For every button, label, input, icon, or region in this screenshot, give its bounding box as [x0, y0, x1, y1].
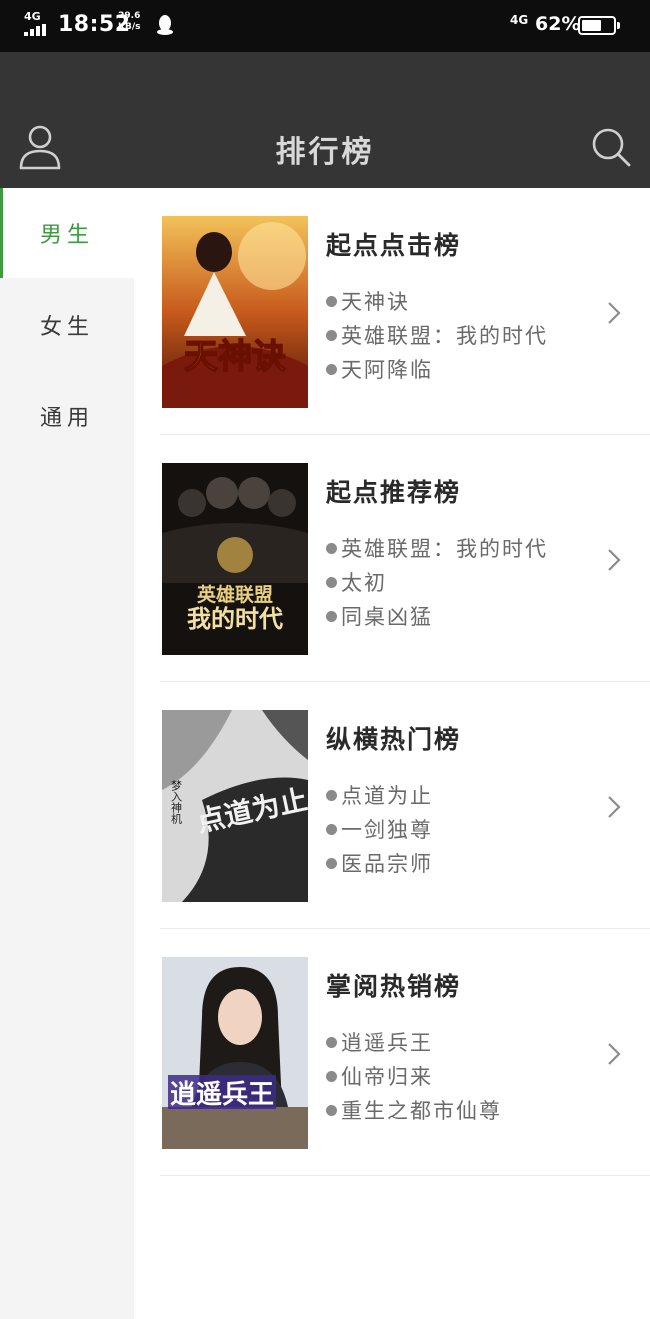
signal-icon [24, 24, 52, 36]
battery-percent: 62% [535, 13, 581, 35]
book-cover: 英雄联盟 我的时代 [162, 463, 308, 655]
book-cover: 梦入神机 点道为止 [162, 710, 308, 902]
book-cover: 天神诀 [162, 216, 308, 408]
book-name: 英雄联盟：我的时代 [341, 324, 548, 348]
chevron-right-icon [608, 549, 621, 571]
book-entry: 医品宗师 [326, 848, 433, 878]
book-cover: 逍遥兵王 [162, 957, 308, 1149]
ranking-list: 天神诀 起点点击榜 天神诀 英雄联盟：我的时代 天阿降临 英雄联盟 我的时代 起… [134, 188, 650, 1319]
book-name: 医品宗师 [341, 852, 433, 876]
book-name: 英雄联盟：我的时代 [341, 537, 548, 561]
chevron-right-icon [608, 302, 621, 324]
cover-author: 梦入神机 [170, 780, 183, 824]
status-bar: 4G 18:52 29.6 KB/s 4G 62% [0, 0, 650, 52]
qq-penguin-icon [157, 15, 173, 35]
book-entry: 仙帝归来 [326, 1061, 433, 1091]
book-entry: 天阿降临 [326, 354, 433, 384]
page-title: 排行榜 [275, 135, 375, 170]
book-name: 重生之都市仙尊 [341, 1099, 502, 1123]
book-entry: 英雄联盟：我的时代 [326, 533, 548, 563]
book-entry: 重生之都市仙尊 [326, 1095, 502, 1125]
book-name: 天阿降临 [341, 358, 433, 382]
ranking-item-qidian-click[interactable]: 天神诀 起点点击榜 天神诀 英雄联盟：我的时代 天阿降临 [134, 188, 650, 435]
tab-label: 通用 [39, 406, 94, 431]
book-name: 逍遥兵王 [341, 1031, 433, 1055]
tab-female[interactable]: 女生 [0, 280, 134, 370]
cover-title: 天神诀 [184, 337, 286, 377]
book-name: 同桌凶猛 [341, 605, 433, 629]
active-tab-indicator [0, 188, 3, 278]
book-entry: 天神诀 [326, 286, 410, 316]
chevron-right-icon [608, 1043, 621, 1065]
book-name: 太初 [341, 571, 387, 595]
ranking-item-zhangyue-bestseller[interactable]: 逍遥兵王 掌阅热销榜 逍遥兵王 仙帝归来 重生之都市仙尊 [134, 929, 650, 1176]
app-bar: 排行榜 [0, 52, 650, 188]
search-icon[interactable] [590, 126, 632, 168]
ranking-title: 起点推荐榜 [326, 478, 462, 507]
book-name: 仙帝归来 [341, 1065, 433, 1089]
chevron-right-icon [608, 796, 621, 818]
category-sidebar: 男生 女生 通用 [0, 188, 134, 1319]
tab-general[interactable]: 通用 [0, 371, 134, 461]
book-entry: 一剑独尊 [326, 814, 433, 844]
ranking-item-zongheng-hot[interactable]: 梦入神机 点道为止 纵横热门榜 点道为止 一剑独尊 医品宗师 [134, 682, 650, 929]
book-name: 一剑独尊 [341, 818, 433, 842]
book-entry: 英雄联盟：我的时代 [326, 320, 548, 350]
ranking-title: 起点点击榜 [326, 231, 462, 260]
cover-subtitle: 我的时代 [187, 605, 283, 633]
book-entry: 点道为止 [326, 780, 433, 810]
book-entry: 逍遥兵王 [326, 1027, 433, 1057]
book-entry: 同桌凶猛 [326, 601, 433, 631]
network-speed-value: 29.6 [118, 11, 141, 21]
ranking-title: 纵横热门榜 [326, 725, 462, 754]
battery-level [582, 20, 601, 31]
battery-icon [578, 16, 620, 35]
network-speed-unit: KB/s [118, 22, 141, 32]
tab-male[interactable]: 男生 [0, 188, 134, 278]
book-entry: 太初 [326, 567, 387, 597]
network-type-left: 4G [24, 10, 41, 23]
book-name: 点道为止 [341, 784, 433, 808]
cover-title: 逍遥兵王 [170, 1080, 274, 1110]
network-speed: 29.6 KB/s [118, 11, 140, 33]
network-type-right: 4G [510, 13, 529, 27]
book-name: 天神诀 [341, 290, 410, 314]
cover-title: 英雄联盟 [197, 583, 273, 606]
ranking-title: 掌阅热销榜 [326, 972, 462, 1001]
ranking-item-qidian-recommend[interactable]: 英雄联盟 我的时代 起点推荐榜 英雄联盟：我的时代 太初 同桌凶猛 [134, 435, 650, 682]
tab-label: 女生 [39, 315, 94, 340]
tab-label: 男生 [39, 223, 94, 248]
